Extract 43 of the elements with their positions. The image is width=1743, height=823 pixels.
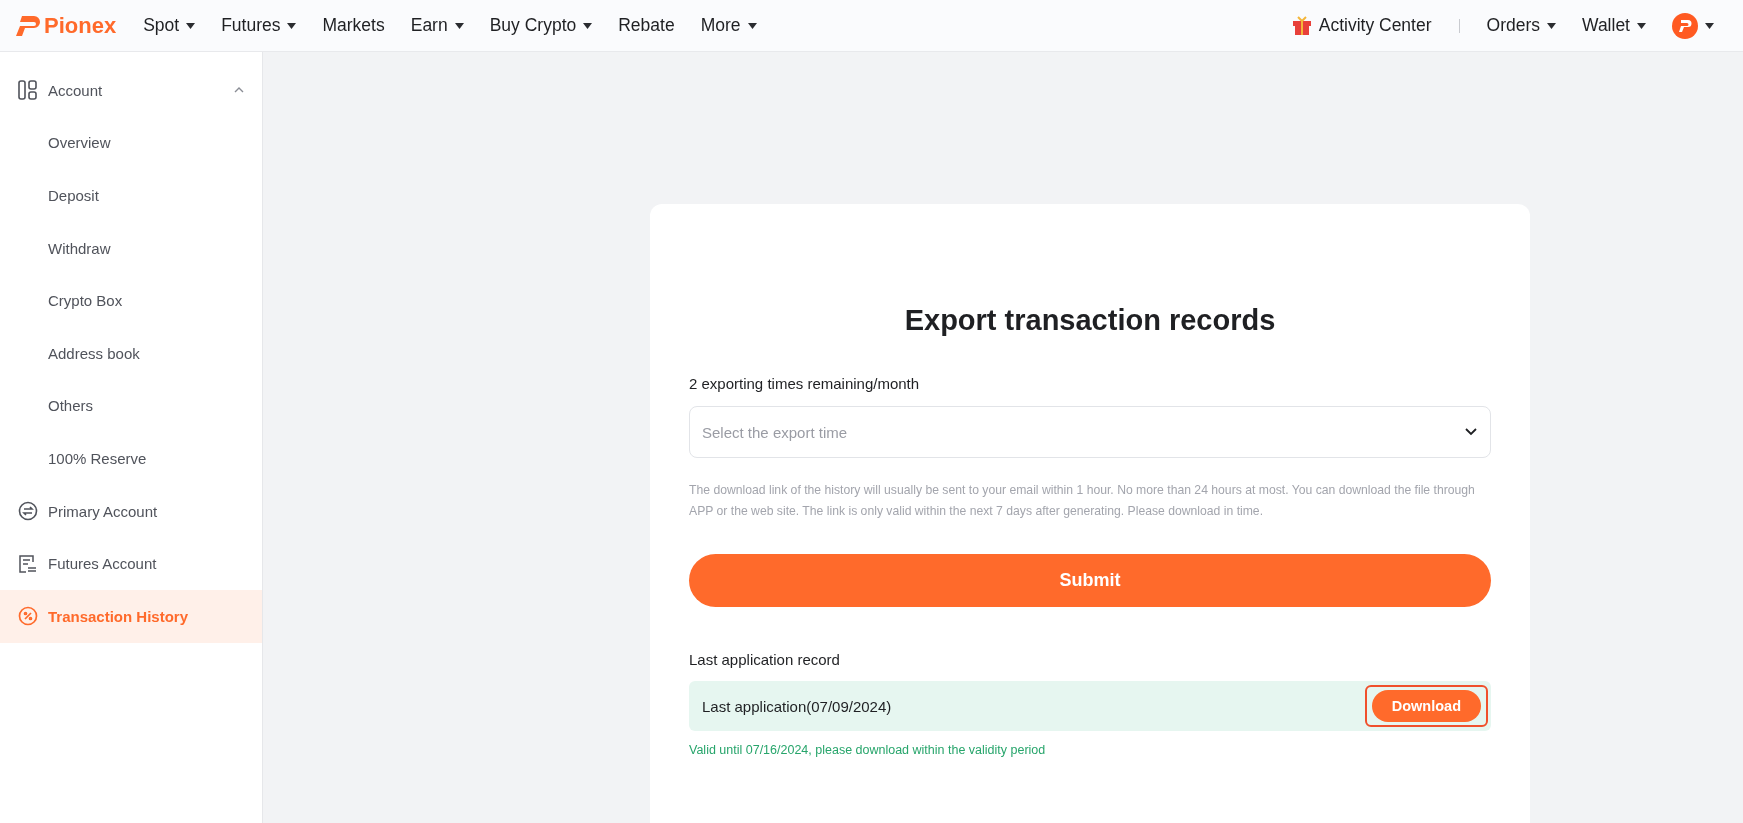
record-label: Last application(07/09/2024) xyxy=(702,697,892,715)
logo-icon xyxy=(16,15,40,36)
swap-icon xyxy=(18,501,38,522)
document-icon xyxy=(18,553,38,574)
caret-icon xyxy=(454,22,464,29)
remaining-count-text: 2 exporting times remaining/month xyxy=(689,375,921,392)
nav-link[interactable]: Earn xyxy=(397,15,477,36)
sidebar-item[interactable]: Primary Account xyxy=(0,484,262,538)
info-note: The download link of the history will usually be sent to your email within 1 hour. No more than 24 hours at most. You can download the file through APP or the web site. The link is only valid within the next 7 days after generating. Please download in time. xyxy=(689,482,1476,520)
sidebar-subitem[interactable]: 100% Reserve xyxy=(0,432,262,485)
card-title: Export transaction records xyxy=(903,304,1277,337)
caret-icon xyxy=(583,22,593,29)
sidebar-subitem[interactable]: Crypto Box xyxy=(0,274,262,327)
avatar-icon xyxy=(1672,12,1698,39)
nav-link[interactable]: Orders xyxy=(1473,15,1569,36)
caret-icon xyxy=(1705,22,1714,29)
nav-link[interactable]: More xyxy=(687,15,770,36)
caret-icon xyxy=(186,22,196,29)
nav-link[interactable]: Wallet xyxy=(1569,15,1659,36)
nav-link[interactable]: Activity Center xyxy=(1278,15,1445,36)
nav-link[interactable]: Rebate xyxy=(605,15,688,36)
caret-icon xyxy=(287,22,297,29)
sidebar-item[interactable]: Account xyxy=(0,64,262,117)
caret-icon xyxy=(1637,22,1646,29)
sidebar-subitem[interactable]: Withdraw xyxy=(0,221,262,275)
caret-icon xyxy=(1547,22,1556,29)
nav-link[interactable]: Buy Crypto xyxy=(476,15,606,36)
chevron-down-icon xyxy=(1465,428,1477,436)
sidebar-subitem[interactable]: Deposit xyxy=(0,169,262,222)
layout-icon xyxy=(18,80,38,101)
nav-link[interactable]: Futures xyxy=(208,15,310,36)
sidebar-subitem[interactable]: Others xyxy=(0,379,262,433)
sidebar-subitem[interactable]: Address book xyxy=(0,326,262,380)
section-heading: Last application record xyxy=(689,651,841,668)
export-time-select[interactable]: Select the export time xyxy=(689,406,1491,458)
validity-text: Valid until 07/16/2024, please download within the validity period xyxy=(689,743,1047,757)
sidebar-item[interactable]: Futures Account xyxy=(0,537,262,590)
nav-link[interactable]: Markets xyxy=(309,15,398,36)
caret-icon xyxy=(747,22,757,29)
percent-icon xyxy=(18,606,38,627)
nav-link[interactable]: Spot xyxy=(130,15,209,36)
gift-icon xyxy=(1291,15,1312,36)
sidebar-subitem[interactable]: Overview xyxy=(0,116,262,170)
